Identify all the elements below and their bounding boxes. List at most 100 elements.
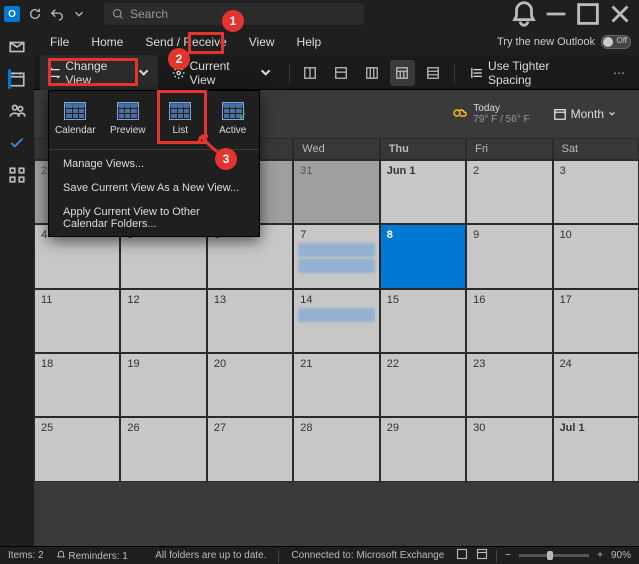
- calendar-cell[interactable]: 19: [120, 353, 206, 417]
- calendar-cell[interactable]: 23: [466, 353, 552, 417]
- active-view-icon: [222, 102, 244, 120]
- view-day-icon[interactable]: [298, 60, 323, 86]
- status-reminders[interactable]: Reminders: 1: [56, 550, 128, 562]
- menu-file[interactable]: File: [40, 31, 79, 53]
- annotation-badge-3: 3: [215, 148, 237, 170]
- calendar-cell[interactable]: 24: [553, 353, 639, 417]
- calendar-small-icon: [553, 107, 567, 121]
- annotation-badge-1: 1: [222, 10, 244, 32]
- ribbon: Change View Current View Use Tighter Spa…: [0, 56, 639, 90]
- calendar-cell[interactable]: Jul 1: [553, 417, 639, 481]
- more-options-button[interactable]: ⋯: [605, 62, 633, 84]
- view-normal-icon[interactable]: [456, 548, 468, 563]
- tighter-spacing-label: Use Tighter Spacing: [488, 59, 591, 87]
- view-week-icon[interactable]: [359, 60, 384, 86]
- close-button[interactable]: [605, 0, 635, 28]
- apps-icon[interactable]: [8, 166, 26, 184]
- outlook-logo-icon: O: [4, 6, 20, 22]
- view-month-icon[interactable]: [390, 60, 415, 86]
- chevron-down-icon: [608, 110, 616, 118]
- calendar-cell[interactable]: 27: [207, 417, 293, 481]
- zoom-level: 90%: [611, 550, 631, 561]
- status-connected: Connected to: Microsoft Exchange: [291, 550, 444, 561]
- status-items: Items: 2: [8, 550, 44, 561]
- calendar-cell[interactable]: 10: [553, 224, 639, 288]
- calendar-cell[interactable]: 22: [380, 353, 466, 417]
- zoom-in-icon[interactable]: +: [597, 550, 603, 561]
- maximize-button[interactable]: [573, 0, 603, 28]
- view-workweek-icon[interactable]: [328, 60, 353, 86]
- dropdown-icon[interactable]: [72, 7, 86, 21]
- change-view-button[interactable]: Change View: [40, 55, 158, 91]
- mail-icon[interactable]: [8, 38, 26, 56]
- view-reading-icon[interactable]: [476, 548, 488, 563]
- try-new-outlook[interactable]: Try the new Outlook Off: [497, 35, 631, 49]
- calendar-cell[interactable]: 3: [553, 160, 639, 224]
- view-option-active[interactable]: Active: [207, 91, 260, 147]
- sync-icon[interactable]: [28, 7, 42, 21]
- annotation-badge-2: 2: [168, 48, 190, 70]
- calendar-cell[interactable]: 17: [553, 289, 639, 353]
- menu-help[interactable]: Help: [287, 31, 332, 53]
- zoom-slider[interactable]: [519, 554, 589, 557]
- calendar-cell[interactable]: 21: [293, 353, 379, 417]
- month-scale-button[interactable]: Month: [544, 102, 625, 126]
- zoom-out-icon[interactable]: −: [505, 550, 511, 561]
- list-view-icon: [169, 102, 191, 120]
- calendar-cell[interactable]: 26: [120, 417, 206, 481]
- calendar-cell[interactable]: 7: [293, 224, 379, 288]
- weather-label: Today: [473, 103, 529, 114]
- save-current-view-item[interactable]: Save Current View As a New View...: [49, 176, 259, 200]
- apply-current-view-item[interactable]: Apply Current View to Other Calendar Fol…: [49, 200, 259, 236]
- left-rail: [0, 28, 34, 546]
- people-icon[interactable]: [8, 102, 26, 120]
- calendar-cell[interactable]: 25: [34, 417, 120, 481]
- calendar-cell[interactable]: 29: [380, 417, 466, 481]
- calendar-cell[interactable]: 11: [34, 289, 120, 353]
- day-header: Thu: [380, 138, 466, 160]
- calendar-icon[interactable]: [8, 70, 26, 88]
- minimize-button[interactable]: [541, 0, 571, 28]
- bell-icon: [56, 550, 66, 560]
- calendar-cell[interactable]: 18: [34, 353, 120, 417]
- view-option-list[interactable]: List: [154, 91, 207, 147]
- chevron-down-icon: [137, 66, 150, 80]
- weather-widget[interactable]: Today 79° F / 56° F: [451, 103, 529, 125]
- view-option-label: Preview: [110, 125, 146, 136]
- view-option-calendar[interactable]: Calendar: [49, 91, 102, 147]
- separator: [454, 63, 455, 83]
- try-new-toggle-icon[interactable]: Off: [601, 35, 631, 49]
- preview-view-icon: [117, 102, 139, 120]
- notifications-icon[interactable]: [509, 0, 539, 28]
- view-schedule-icon[interactable]: [421, 60, 446, 86]
- title-bar: O Search: [0, 0, 639, 28]
- calendar-cell[interactable]: 8: [380, 224, 466, 288]
- change-view-icon: [48, 66, 61, 80]
- calendar-cell[interactable]: 16: [466, 289, 552, 353]
- spacing-icon: [471, 66, 484, 80]
- calendar-cell[interactable]: 14: [293, 289, 379, 353]
- calendar-cell[interactable]: 13: [207, 289, 293, 353]
- calendar-cell[interactable]: 15: [380, 289, 466, 353]
- view-option-preview[interactable]: Preview: [102, 91, 155, 147]
- calendar-cell[interactable]: Jun 1: [380, 160, 466, 224]
- calendar-cell[interactable]: 12: [120, 289, 206, 353]
- calendar-cell[interactable]: 28: [293, 417, 379, 481]
- status-bar: Items: 2 Reminders: 1 All folders are up…: [0, 546, 639, 564]
- menu-view[interactable]: View: [239, 31, 285, 53]
- current-view-label: Current View: [190, 59, 256, 87]
- weather-temps: 79° F / 56° F: [473, 114, 529, 125]
- todo-icon[interactable]: [8, 134, 26, 152]
- calendar-cell[interactable]: 31: [293, 160, 379, 224]
- menu-home[interactable]: Home: [81, 31, 133, 53]
- month-label: Month: [571, 107, 604, 121]
- view-option-label: Calendar: [55, 125, 96, 136]
- tighter-spacing-button[interactable]: Use Tighter Spacing: [463, 55, 599, 91]
- search-placeholder: Search: [130, 7, 168, 21]
- calendar-cell[interactable]: 30: [466, 417, 552, 481]
- undo-icon[interactable]: [50, 7, 64, 21]
- day-header: Wed: [293, 138, 379, 160]
- calendar-cell[interactable]: 9: [466, 224, 552, 288]
- calendar-cell[interactable]: 20: [207, 353, 293, 417]
- calendar-cell[interactable]: 2: [466, 160, 552, 224]
